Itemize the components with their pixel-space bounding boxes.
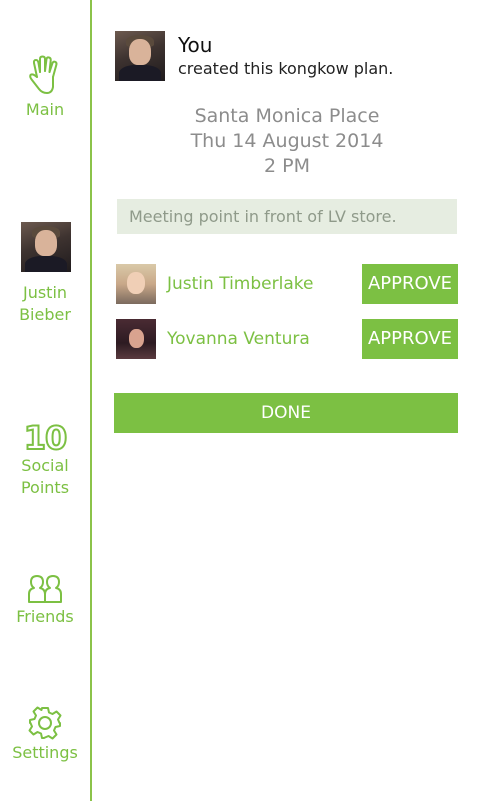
approve-button[interactable]: APPROVE [362,319,458,359]
done-button[interactable]: DONE [114,393,458,433]
sidebar-profile-label-line2: Bieber [19,305,71,324]
friends-icon [28,575,62,603]
participant-avatar [116,319,156,359]
sidebar-item-social-points[interactable]: 10 Social Points [0,419,90,499]
sidebar: Main Justin Bieber 10 Social Points Frie… [0,0,92,801]
social-points-value: 10 [23,419,69,457]
avatar [21,222,71,272]
plan-info: Santa Monica Place Thu 14 August 2014 2 … [116,104,458,179]
creator-subtitle: created this kongkow plan. [178,59,394,78]
creator-name: You [178,33,213,57]
participant-row: Yovanna Ventura APPROVE [116,319,458,359]
plan-detail: You created this kongkow plan. Santa Mon… [92,0,481,801]
plan-date: Thu 14 August 2014 [190,130,384,152]
sidebar-item-profile[interactable]: Justin Bieber [0,222,90,326]
participant-name: Yovanna Ventura [167,329,310,349]
sidebar-points-label-line1: Social [21,456,69,475]
plan-location: Santa Monica Place [194,105,380,127]
creator-avatar [115,31,165,81]
meeting-point-note: Meeting point in front of LV store. [117,199,457,234]
sidebar-profile-label-line1: Justin [22,283,68,302]
sidebar-settings-label: Settings [12,743,78,762]
participant-name: Justin Timberlake [167,274,314,294]
sidebar-points-label-line2: Points [20,478,70,497]
sidebar-item-friends[interactable]: Friends [0,574,90,628]
sidebar-main-label: Main [25,100,65,119]
hand-icon [29,55,58,94]
participant-row: Justin Timberlake APPROVE [116,264,458,304]
sidebar-item-settings[interactable]: Settings [0,706,90,764]
sidebar-item-main[interactable]: Main [0,55,90,121]
sidebar-friends-label: Friends [16,607,74,626]
approve-button[interactable]: APPROVE [362,264,458,304]
gear-icon [28,706,62,740]
participant-avatar [116,264,156,304]
plan-time: 2 PM [264,155,310,177]
